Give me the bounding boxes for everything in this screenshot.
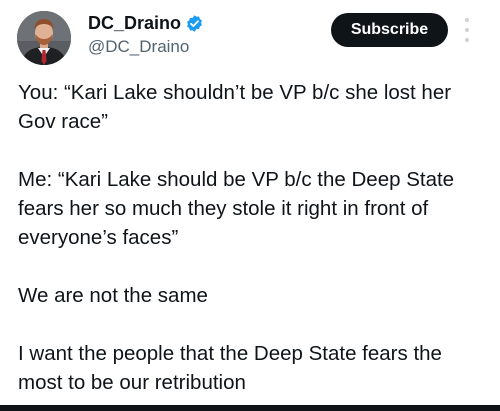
subscribe-button[interactable]: Subscribe [331, 13, 448, 47]
tweet-paragraph: You: “Kari Lake shouldn’t be VP b/c she … [18, 81, 457, 133]
author-display-name[interactable]: DC_Draino [88, 12, 181, 34]
more-dot [465, 28, 469, 32]
more-dot [465, 38, 469, 42]
more-dot [465, 18, 469, 22]
screen-bottom-edge [0, 405, 500, 411]
tweet-card: DC_Draino @DC_Draino Subscribe You: “Kar… [0, 0, 500, 411]
author-handle[interactable]: @DC_Draino [88, 36, 189, 58]
author-name-row[interactable]: DC_Draino [88, 12, 204, 34]
verified-badge-icon [185, 14, 204, 33]
tweet-paragraph: Me: “Kari Lake should be VP b/c the Deep… [18, 168, 460, 249]
tweet-body: You: “Kari Lake shouldn’t be VP b/c she … [18, 78, 488, 397]
tweet-paragraph: I want the people that the Deep State fe… [18, 342, 448, 394]
avatar[interactable] [17, 11, 71, 65]
more-vertical-icon[interactable] [462, 18, 472, 42]
tweet-paragraph: We are not the same [18, 284, 208, 307]
